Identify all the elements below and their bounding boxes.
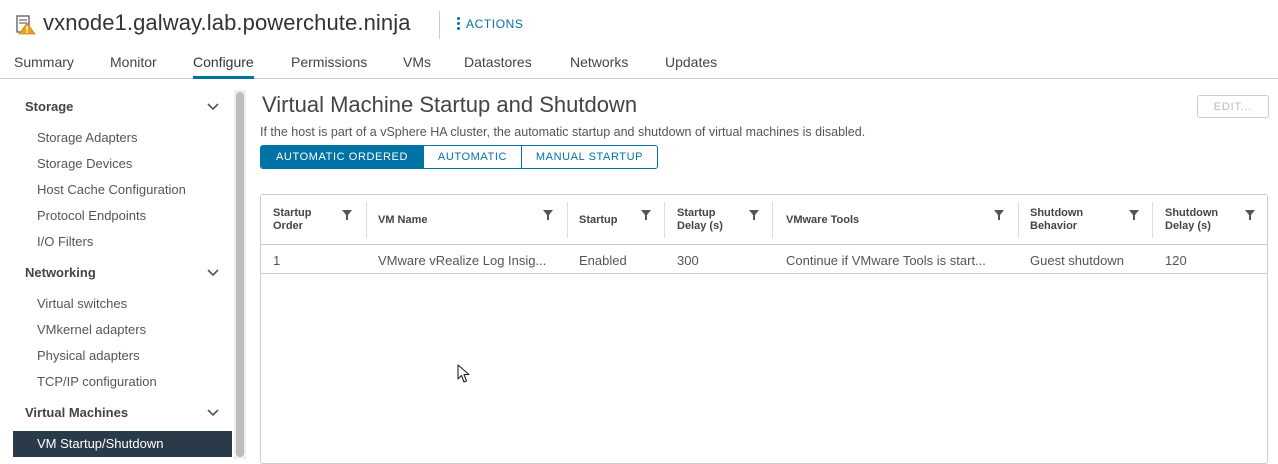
mouse-cursor-icon — [457, 364, 470, 383]
grid-header: Startup Order VM Name Startup Startup Dela… — [261, 195, 1267, 245]
column-label: Delay (s) — [677, 220, 723, 232]
sidebar-item-storage-adapters[interactable]: Storage Adapters — [37, 130, 137, 145]
sidebar-group-storage[interactable]: Storage — [25, 99, 73, 114]
object-header: vxnode1.galway.lab.powerchute.ninja ACTI… — [0, 0, 1278, 48]
mode-manual-startup-button[interactable]: MANUAL STARTUP — [521, 146, 657, 168]
column-divider[interactable] — [366, 202, 367, 238]
scrollbar-thumb[interactable] — [236, 92, 244, 457]
column-label: Behavior — [1030, 220, 1078, 232]
column-label: Startup — [579, 213, 618, 226]
filter-icon[interactable] — [342, 210, 352, 220]
sidebar-item-protocol-endpoints[interactable]: Protocol Endpoints — [37, 208, 146, 223]
filter-icon[interactable] — [749, 210, 759, 220]
column-label: Delay (s) — [1165, 220, 1211, 232]
cell-startup-delay: 300 — [677, 253, 699, 268]
tab-summary[interactable]: Summary — [14, 54, 74, 70]
column-label: Shutdown — [1165, 207, 1219, 219]
sidebar-item-physical-adapters[interactable]: Physical adapters — [37, 348, 140, 363]
page-title: Virtual Machine Startup and Shutdown — [262, 92, 638, 117]
edit-button[interactable]: EDIT... — [1197, 95, 1269, 118]
chevron-down-icon[interactable] — [206, 266, 220, 280]
mode-automatic-ordered-button[interactable]: AUTOMATIC ORDERED — [261, 146, 423, 168]
filter-icon[interactable] — [1129, 210, 1139, 220]
object-tabs: Summary Monitor Configure Permissions VM… — [0, 48, 1278, 79]
filter-icon[interactable] — [994, 210, 1004, 220]
cell-startup: Enabled — [579, 253, 627, 268]
column-divider[interactable] — [664, 202, 665, 238]
table-row[interactable]: 1 VMware vRealize Log Insig... Enabled 3… — [261, 246, 1267, 274]
tab-monitor[interactable]: Monitor — [110, 54, 157, 70]
column-startup-delay[interactable]: Startup Delay (s) — [677, 195, 752, 245]
tab-networks[interactable]: Networks — [570, 54, 628, 70]
sidebar-item-storage-devices[interactable]: Storage Devices — [37, 156, 132, 171]
filter-icon[interactable] — [1245, 210, 1255, 220]
header-divider — [439, 11, 440, 39]
cell-startup-order: 1 — [273, 253, 281, 268]
startup-mode-toggle: AUTOMATIC ORDERED AUTOMATIC MANUAL START… — [260, 145, 658, 169]
sidebar-item-io-filters[interactable]: I/O Filters — [37, 234, 93, 249]
host-title: vxnode1.galway.lab.powerchute.ninja — [43, 10, 411, 35]
column-divider[interactable] — [1018, 202, 1019, 238]
column-shutdown-delay[interactable]: Shutdown Delay (s) — [1165, 195, 1245, 245]
column-vm-name[interactable]: VM Name — [378, 195, 538, 245]
sidebar-item-virtual-switches[interactable]: Virtual switches — [37, 296, 127, 311]
column-label: Startup — [677, 207, 716, 219]
kebab-icon — [456, 17, 460, 31]
actions-menu-button[interactable]: ACTIONS — [456, 17, 524, 31]
host-warning-icon — [16, 15, 36, 35]
sidebar-item-label: VM Startup/Shutdown — [37, 436, 164, 451]
vm-startup-grid: Startup Order VM Name Startup Startup Dela… — [260, 194, 1268, 464]
tab-configure[interactable]: Configure — [193, 54, 254, 79]
column-startup-order[interactable]: Startup Order — [273, 195, 343, 245]
column-vmware-tools[interactable]: VMware Tools — [786, 195, 986, 245]
cell-vmware-tools: Continue if VMware Tools is start... — [786, 253, 986, 268]
column-startup[interactable]: Startup — [579, 195, 649, 245]
sidebar-item-tcpip-configuration[interactable]: TCP/IP configuration — [37, 374, 157, 389]
sidebar-group-networking[interactable]: Networking — [25, 265, 96, 280]
column-label: Order — [273, 220, 303, 232]
chevron-down-icon[interactable] — [206, 100, 220, 114]
ha-info-text: If the host is part of a vSphere HA clus… — [260, 125, 866, 139]
column-divider[interactable] — [567, 202, 568, 238]
configure-sidebar: Storage Storage Adapters Storage Devices… — [0, 80, 246, 459]
filter-icon[interactable] — [543, 210, 553, 220]
cell-shutdown-delay: 120 — [1165, 253, 1187, 268]
actions-label: ACTIONS — [466, 17, 524, 31]
column-label: Startup — [273, 207, 312, 219]
tab-permissions[interactable]: Permissions — [291, 54, 367, 70]
column-label: VM Name — [378, 213, 428, 226]
column-label: VMware Tools — [786, 213, 860, 226]
chevron-down-icon[interactable] — [206, 406, 220, 420]
column-shutdown-behavior[interactable]: Shutdown Behavior — [1030, 195, 1120, 245]
tab-vms[interactable]: VMs — [403, 54, 431, 70]
sidebar-item-host-cache-configuration[interactable]: Host Cache Configuration — [37, 182, 186, 197]
tab-datastores[interactable]: Datastores — [464, 54, 532, 70]
cell-vm-name: VMware vRealize Log Insig... — [378, 253, 547, 268]
column-divider[interactable] — [1152, 202, 1153, 238]
sidebar-group-virtual-machines[interactable]: Virtual Machines — [25, 405, 128, 420]
filter-icon[interactable] — [641, 210, 651, 220]
sidebar-scrollbar[interactable] — [234, 90, 246, 459]
column-label: Shutdown — [1030, 207, 1084, 219]
tab-updates[interactable]: Updates — [665, 54, 717, 70]
cell-shutdown-behavior: Guest shutdown — [1030, 253, 1124, 268]
mode-automatic-button[interactable]: AUTOMATIC — [423, 146, 521, 168]
sidebar-item-vmkernel-adapters[interactable]: VMkernel adapters — [37, 322, 146, 337]
column-divider[interactable] — [772, 202, 773, 238]
